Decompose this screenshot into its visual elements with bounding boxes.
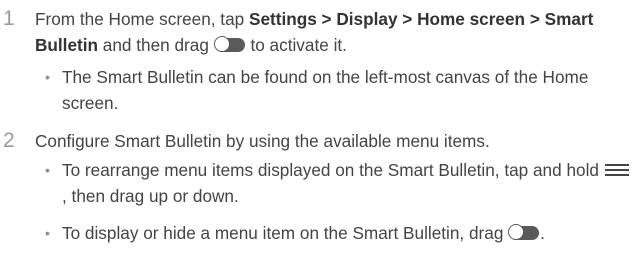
bullet-text: The Smart Bulletin can be found on the l… [62, 67, 589, 113]
instruction-prefix: From the Home screen, tap [35, 9, 249, 29]
bullet-text-before: To display or hide a menu item on the Sm… [62, 223, 509, 243]
instruction-middle: and then drag [98, 35, 214, 55]
instruction-suffix: to activate it. [245, 35, 347, 55]
step-instruction: Configure Smart Bulletin by using the av… [35, 131, 490, 151]
bullet-text: To display or hide a menu item on the Sm… [62, 220, 632, 246]
step-instruction: From the Home screen, tap Settings > Dis… [35, 6, 625, 58]
step-number: 2 [3, 129, 15, 152]
bullet-text-after: . [540, 223, 545, 243]
bullet-symbol: • [45, 162, 50, 178]
bullet-text-before: To rearrange menu items displayed on the… [62, 160, 604, 180]
bullet-text-after: , then drag up or down. [62, 186, 239, 206]
bullet-symbol: • [45, 69, 50, 85]
bullet-text: To rearrange menu items displayed on the… [62, 157, 632, 209]
toggle-switch-icon [508, 224, 540, 240]
toggle-switch-icon [213, 36, 245, 52]
step-number: 1 [3, 7, 15, 30]
reorder-handle-icon [604, 163, 629, 177]
bullet-symbol: • [45, 225, 50, 241]
